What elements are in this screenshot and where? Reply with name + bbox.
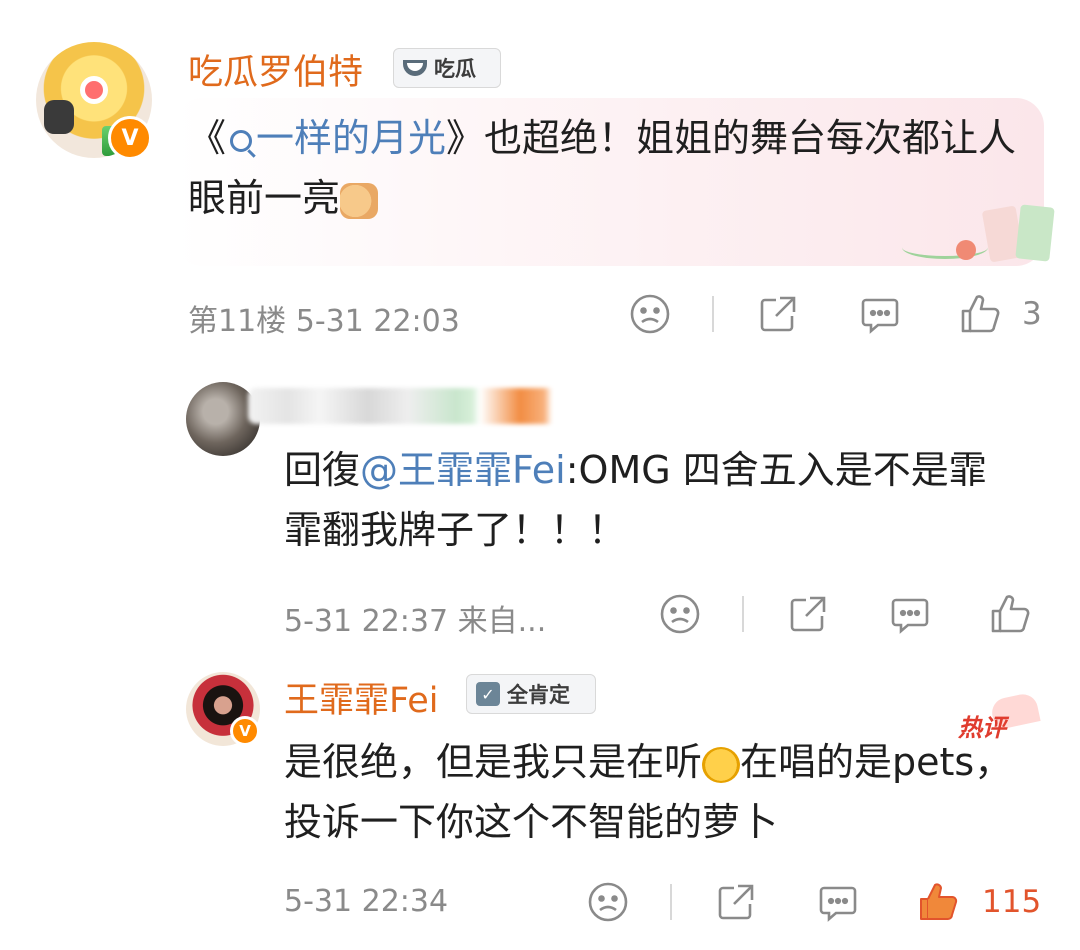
dislike-icon[interactable] (658, 592, 702, 636)
source-label: 来自... (457, 604, 547, 639)
comment-icon[interactable] (888, 592, 932, 636)
reply-text: 是很绝，但是我只是在听 在唱的是pets，投诉一下你这个不智能的萝卜 (284, 732, 1024, 852)
username[interactable]: 王霏霏Fei (284, 672, 438, 723)
comment-meta: 第11楼 5-31 22:03 (188, 296, 460, 340)
like-icon[interactable] (958, 292, 1002, 336)
mention-link[interactable]: @王霏霏Fei (360, 448, 566, 492)
calendar-check-icon: ✓ (475, 681, 501, 707)
like-count: 115 (982, 884, 1042, 920)
comment-icon[interactable] (858, 292, 902, 336)
badge-label: 吃瓜 (434, 57, 476, 81)
dislike-icon[interactable] (586, 880, 630, 924)
reply-meta: 5-31 22:34 (284, 884, 448, 919)
reply-text: 回復@王霏霏Fei:OMG 四舍五入是不是霏霏翻我牌子了！！！ (284, 440, 1024, 560)
like-icon[interactable] (988, 592, 1032, 636)
face-covering-emoji-icon (702, 746, 741, 783)
thumbs-up-emoji-icon (340, 182, 379, 219)
comment-text-prefix: 《 (188, 116, 227, 160)
username[interactable]: 吃瓜罗伯特 (188, 44, 363, 95)
share-icon[interactable] (714, 880, 758, 924)
comment-text: 《一样的月光》也超绝！姐姐的舞台每次都让人眼前一亮 (188, 108, 1028, 228)
verified-badge-icon: V (230, 716, 260, 746)
reply-prefix: 回復 (284, 448, 361, 492)
share-icon[interactable] (756, 292, 800, 336)
timestamp: 5-31 22:37 (284, 604, 449, 639)
divider (712, 296, 714, 332)
share-icon[interactable] (786, 592, 830, 636)
user-badge[interactable]: ✓ 全肯定 (466, 674, 596, 714)
like-count: 3 (1022, 296, 1042, 332)
like-icon-active[interactable] (916, 880, 960, 924)
badge-label: 全肯定 (507, 683, 570, 707)
timestamp: 5-31 22:34 (284, 884, 449, 919)
timestamp: 5-31 22:03 (295, 304, 460, 339)
search-icon (230, 129, 253, 152)
comment-icon[interactable] (816, 880, 860, 924)
verified-badge-icon: V (108, 116, 152, 160)
dislike-icon[interactable] (628, 292, 672, 336)
blurred-username (248, 388, 648, 424)
floor-number: 第11楼 (188, 304, 287, 339)
reply-meta: 5-31 22:37 来自... (284, 596, 546, 640)
divider (742, 596, 744, 632)
topic-link[interactable]: 一样的月光 (256, 116, 446, 160)
reply-body-part1: 是很绝，但是我只是在听 (284, 740, 703, 784)
divider (670, 884, 672, 920)
melon-icon (402, 55, 428, 81)
user-badge[interactable]: 吃瓜 (393, 48, 501, 88)
